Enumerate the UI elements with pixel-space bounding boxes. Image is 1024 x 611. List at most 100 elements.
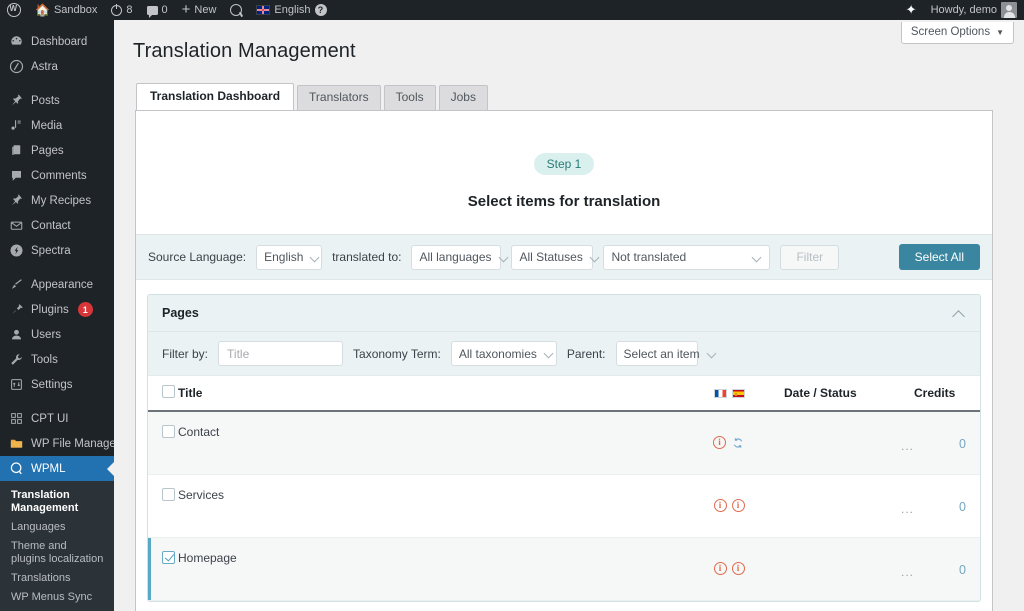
sidebar-item-appearance[interactable]: Appearance [0, 272, 114, 297]
tab-jobs[interactable]: Jobs [438, 85, 488, 110]
table-row[interactable]: Services i i ... 0 [148, 474, 980, 538]
header-credits[interactable]: Credits [914, 376, 980, 412]
pages-section-header[interactable]: Pages [148, 295, 980, 332]
row-languages-cell: i [674, 411, 784, 475]
select-all-checkbox[interactable] [162, 385, 175, 398]
sidebar-item-contact[interactable]: Contact [0, 213, 114, 238]
sidebar-item-users[interactable]: Users [0, 322, 114, 347]
row-credits: 0 [959, 562, 966, 577]
sidebar-item-comments[interactable]: Comments [0, 163, 114, 188]
comments-button[interactable]: 0 [140, 0, 175, 20]
tab-translators[interactable]: Translators [297, 85, 381, 110]
row-checkbox[interactable] [162, 425, 175, 438]
row-checkbox[interactable] [162, 550, 175, 564]
submenu-item-translations[interactable]: Translations [0, 569, 114, 588]
sidebar-separator [0, 397, 114, 406]
sidebar-item-media[interactable]: Media [0, 113, 114, 138]
header-date-status[interactable]: Date / Status [784, 376, 914, 412]
pages-section: Pages Filter by: Title Taxonomy Term: Al… [147, 294, 981, 602]
submenu-item-theme-and-plugins-localization[interactable]: Theme and plugins localization [0, 537, 114, 569]
sidebar-item-wpml[interactable]: WPML [0, 456, 114, 481]
astra-icon [8, 59, 24, 75]
sidebar-item-tools[interactable]: Tools [0, 347, 114, 372]
wrench-icon [8, 352, 24, 368]
screen-options-toggle[interactable]: Screen Options ▼ [900, 22, 1014, 44]
table-body: Contact i ... 0 Services i i ... 0 Homep… [148, 411, 980, 601]
parent-select[interactable]: Select an item [615, 341, 700, 366]
chevron-down-icon [591, 253, 600, 262]
filter-by-label: Filter by: [162, 346, 209, 361]
sidebar-item-dashboard[interactable]: Dashboard [0, 29, 114, 54]
query-monitor-button[interactable] [223, 0, 249, 20]
row-date-status: ... [900, 501, 914, 516]
user-account-menu[interactable]: Howdy, demo [924, 0, 1024, 20]
sidebar-label: Posts [31, 94, 60, 107]
row-date-status: ... [900, 439, 914, 453]
row-title: Services [178, 487, 225, 502]
new-content-button[interactable]: + New [175, 0, 224, 20]
sidebar-item-my-recipes[interactable]: My Recipes [0, 188, 114, 213]
source-language-select[interactable]: English [256, 244, 323, 270]
taxonomy-select[interactable]: All taxonomies [450, 341, 557, 366]
filter-button[interactable]: Filter [780, 244, 840, 270]
row-title-cell: Contact [178, 411, 674, 475]
table-row[interactable]: Contact i ... 0 [148, 411, 980, 475]
help-icon[interactable]: ? [314, 4, 327, 16]
sidebar-label: Settings [31, 378, 73, 391]
ai-assistant-button[interactable]: ✦ [899, 0, 924, 20]
submenu-item-languages[interactable]: Languages [0, 518, 114, 537]
not-translated-icon[interactable]: i [713, 498, 727, 512]
sidebar-item-spectra[interactable]: Spectra [0, 238, 114, 263]
header-title[interactable]: Title [178, 376, 674, 412]
header-select-all-cell [148, 376, 178, 412]
sidebar-item-settings[interactable]: Settings [0, 372, 114, 397]
tab-translation-dashboard[interactable]: Translation Dashboard [136, 83, 295, 110]
translation-state-select[interactable]: Not translated [603, 244, 771, 270]
title-filter-input[interactable]: Title [218, 341, 344, 366]
submenu-item-translation-management[interactable]: Translation Management [0, 486, 114, 518]
settings-icon [8, 377, 24, 393]
updates-button[interactable]: 8 [104, 0, 139, 20]
status-select[interactable]: All Statuses [511, 244, 594, 270]
not-translated-icon[interactable]: i [731, 561, 745, 575]
filter-bar: Source Language: English translated to: … [136, 234, 992, 280]
header-languages [674, 376, 784, 412]
sidebar-item-cpt-ui[interactable]: CPT UI [0, 406, 114, 431]
chevron-down-icon [500, 253, 509, 262]
row-select-cell [148, 537, 178, 601]
language-switcher-button[interactable]: English ? [249, 0, 333, 20]
pin-icon [8, 193, 24, 209]
sidebar-label: Dashboard [31, 35, 88, 48]
submenu-item-wp-menus-sync[interactable]: WP Menus Sync [0, 588, 114, 607]
parent-label: Parent: [566, 346, 606, 361]
row-checkbox[interactable] [162, 487, 175, 501]
step-heading: Select items for translation [467, 193, 661, 210]
sidebar-label: My Recipes [31, 194, 92, 207]
tab-tools[interactable]: Tools [383, 85, 436, 110]
table-row[interactable]: Homepage i i ... 0 [148, 537, 980, 601]
sidebar-item-wp-file-manager[interactable]: WP File Manager [0, 431, 114, 456]
chevron-down-icon: ▼ [996, 27, 1004, 37]
select-all-button[interactable]: Select All [898, 244, 980, 270]
plus-icon: + [181, 1, 191, 18]
not-translated-icon[interactable]: i [713, 436, 726, 449]
not-translated-icon[interactable]: i [731, 498, 745, 512]
needs-update-icon[interactable] [731, 436, 745, 450]
sidebar-item-plugins[interactable]: Plugins 1 [0, 297, 114, 322]
wordpress-logo-button[interactable] [0, 0, 28, 20]
sidebar-label: Comments [31, 169, 87, 182]
sidebar-item-posts[interactable]: Posts [0, 88, 114, 113]
sidebar-item-pages[interactable]: Pages [0, 138, 114, 163]
sidebar-label: Contact [31, 219, 71, 232]
sidebar-label: Media [31, 119, 63, 132]
chevron-up-icon[interactable] [953, 309, 966, 318]
sidebar-item-astra[interactable]: Astra [0, 54, 114, 79]
pin-icon [8, 93, 24, 109]
source-language-label: Source Language: [148, 250, 247, 264]
site-name-button[interactable]: 🏠 Sandbox [28, 0, 104, 20]
target-language-select[interactable]: All languages [411, 244, 502, 270]
not-translated-icon[interactable]: i [713, 561, 727, 575]
row-title-cell: Homepage [178, 537, 674, 601]
pages-filter-row: Filter by: Title Taxonomy Term: All taxo… [148, 332, 980, 376]
folder-icon [8, 436, 24, 452]
